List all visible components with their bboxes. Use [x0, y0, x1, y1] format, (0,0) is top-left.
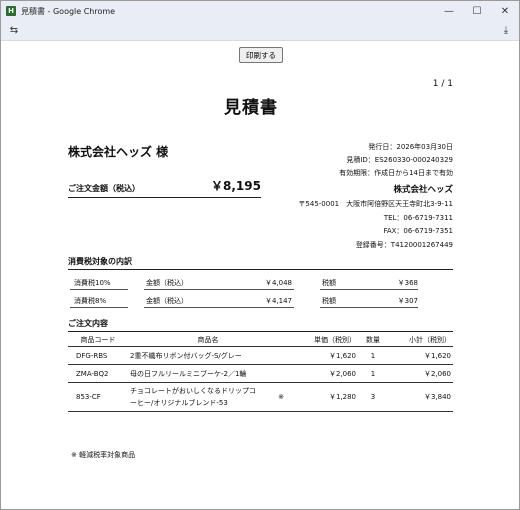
order-section-divider	[68, 331, 453, 332]
item-subtotal: ￥3,840	[388, 382, 453, 412]
underline	[70, 307, 128, 308]
underline	[70, 289, 128, 290]
amount-label: 金額（税込）	[146, 297, 188, 305]
download-icon[interactable]: ⤓	[499, 25, 513, 36]
item-code: DFG-RBS	[68, 346, 128, 365]
window-title: 見積書 - Google Chrome	[21, 6, 116, 16]
print-button[interactable]: 印刷する	[239, 47, 283, 63]
underline	[144, 307, 294, 308]
reduced-tax-mark: ※	[278, 393, 284, 401]
amount-label: 金額（税込）	[146, 279, 188, 287]
tax-label: 税額	[322, 297, 336, 305]
tax-label: 税額	[322, 279, 336, 287]
page-number: 1 / 1	[432, 79, 453, 89]
maximize-icon[interactable]: ☐	[463, 1, 491, 21]
company-info: 〒545-0001 大阪市阿倍野区天王寺町北3-9-11 TEL：06-6719…	[298, 198, 453, 252]
order-table: 商品コード 商品名 単価（税別） 数量 小計（税別） DFG-RBS 2重不織布…	[68, 334, 453, 412]
issue-date: 発行日：2026年03月30日	[368, 143, 453, 151]
tax-rate: 消費税10%	[74, 279, 111, 287]
item-qty: 1	[358, 346, 388, 365]
issue-info: 発行日：2026年03月30日 見積ID：ES260330-000240329 …	[339, 141, 453, 180]
tax-row-8: 消費税8% 金額（税込） ￥4,147 税額 ￥307	[68, 292, 453, 309]
item-price: ￥1,620	[288, 346, 358, 365]
item-name: チョコレートがおいしくなるドリップコーヒー/オリジナルブレンド-53 ※	[128, 382, 288, 412]
item-price: ￥1,280	[288, 382, 358, 412]
underline	[320, 307, 418, 308]
tax-row-10: 消費税10% 金額（税込） ￥4,048 税額 ￥368	[68, 274, 453, 291]
item-name: 母の日フルリールミニブーケ-2／1輪	[128, 364, 288, 383]
company-tel: TEL：06-6719-7311	[383, 213, 453, 222]
item-subtotal: ￥1,620	[388, 346, 453, 365]
company-address: 〒545-0001 大阪市阿倍野区天王寺町北3-9-11	[298, 200, 453, 208]
tax-value: ￥368	[397, 279, 418, 287]
table-row: DFG-RBS 2重不織布リボン付バッグ-S/グレー ￥1,620 1 ￥1,6…	[68, 346, 453, 365]
app-icon: H	[6, 6, 16, 16]
item-code: 853-CF	[68, 382, 128, 412]
item-name: 2重不織布リボン付バッグ-S/グレー	[128, 346, 288, 365]
table-row: ZMA-BQ2 母の日フルリールミニブーケ-2／1輪 ￥2,060 1 ￥2,0…	[68, 364, 453, 383]
item-price: ￥2,060	[288, 364, 358, 383]
reduced-tax-note: ※ 軽減税率対象商品	[71, 451, 136, 459]
order-section-title: ご注文内容	[68, 319, 108, 328]
close-icon[interactable]: ✕	[491, 1, 519, 21]
page-content: 印刷する 1 / 1 見積書 株式会社ヘッズ 様 発行日：2026年03月30日…	[1, 41, 519, 509]
header-qty: 数量	[358, 334, 388, 347]
company-fax: FAX：06-6719-7351	[383, 227, 453, 235]
item-qty: 1	[358, 364, 388, 383]
browser-toolbar: ⇆ ⤓	[1, 21, 519, 41]
item-qty: 3	[358, 382, 388, 412]
total-underline	[68, 197, 261, 198]
page-title: 見積書	[224, 98, 278, 118]
validity-period: 有効期限：作成日から14日まで有効	[339, 169, 453, 177]
title-bar: H 見積書 - Google Chrome — ☐ ✕	[1, 1, 519, 21]
item-code: ZMA-BQ2	[68, 364, 128, 383]
underline	[320, 289, 418, 290]
table-header-row: 商品コード 商品名 単価（税別） 数量 小計（税別）	[68, 334, 453, 347]
amount-value: ￥4,048	[264, 279, 292, 287]
item-subtotal: ￥2,060	[388, 364, 453, 383]
tax-section-divider	[68, 269, 453, 270]
total-label: ご注文金額（税込）	[68, 184, 140, 193]
tune-icon[interactable]: ⇆	[7, 25, 21, 36]
minimize-icon[interactable]: —	[435, 1, 463, 21]
header-code: 商品コード	[68, 334, 128, 347]
header-name: 商品名	[128, 334, 288, 347]
browser-window: H 見積書 - Google Chrome — ☐ ✕ ⇆ ⤓ 印刷する 1 /…	[0, 0, 520, 510]
tax-section-title: 消費税対象の内訳	[68, 257, 132, 266]
underline	[144, 289, 294, 290]
company-name: 株式会社ヘッズ	[393, 185, 453, 195]
company-registration: 登録番号：T4120001267449	[355, 240, 453, 249]
customer-name: 株式会社ヘッズ 様	[68, 145, 169, 159]
amount-value: ￥4,147	[264, 297, 292, 305]
header-price: 単価（税別）	[288, 334, 358, 347]
total-value: ￥8,195	[211, 179, 261, 193]
tax-rate: 消費税8%	[74, 297, 107, 305]
tax-value: ￥307	[397, 297, 418, 305]
quote-id: 見積ID：ES260330-000240329	[346, 156, 453, 164]
table-row: 853-CF チョコレートがおいしくなるドリップコーヒー/オリジナルブレンド-5…	[68, 382, 453, 412]
header-subtotal: 小計（税別）	[388, 334, 453, 347]
item-name-text: チョコレートがおいしくなるドリップコーヒー/オリジナルブレンド-53	[130, 387, 256, 407]
